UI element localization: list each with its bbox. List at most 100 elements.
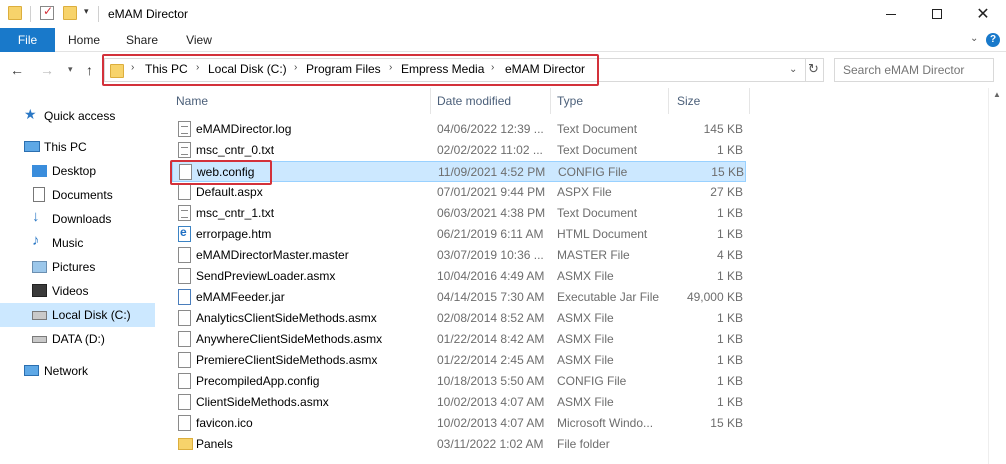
sidebar-item-this-pc[interactable]: This PC: [0, 135, 155, 159]
new-folder-icon[interactable]: [63, 6, 77, 20]
file-type: Microsoft Windo...: [557, 416, 654, 430]
recent-locations-icon[interactable]: ▾: [68, 64, 73, 75]
file-size: 1 KB: [716, 332, 743, 346]
sidebar-item-data-drive[interactable]: DATA (D:): [0, 327, 155, 351]
column-divider[interactable]: [550, 88, 551, 114]
sidebar-item-videos[interactable]: Videos: [0, 279, 155, 303]
maximize-icon: [932, 9, 942, 19]
close-button[interactable]: ✕: [960, 0, 1006, 28]
drive-icon: [32, 311, 47, 320]
file-type: Executable Jar File: [557, 290, 660, 304]
table-row[interactable]: Default.aspx 07/01/2021 9:44 PM ASPX File 2…: [172, 182, 746, 203]
sidebar-item-pictures[interactable]: Pictures: [0, 255, 155, 279]
navigation-pane: ★ Quick access This PC Desktop Documents…: [0, 88, 160, 464]
vertical-scrollbar[interactable]: ▲: [988, 88, 1006, 464]
column-header-date[interactable]: Date modified: [437, 94, 511, 108]
table-row[interactable]: favicon.ico 10/02/2013 4:07 AM Microsoft W…: [172, 413, 746, 434]
tab-home[interactable]: Home: [60, 28, 108, 52]
file-icon: [178, 225, 191, 242]
drive-icon: [32, 336, 47, 343]
sidebar-item-network[interactable]: Network: [0, 359, 155, 383]
search-input[interactable]: [843, 60, 973, 80]
file-date: 03/07/2019 10:36 ...: [437, 248, 544, 262]
file-size: 1 KB: [716, 227, 743, 241]
scroll-up-icon[interactable]: ▲: [993, 90, 1001, 99]
forward-arrow-icon[interactable]: →: [40, 62, 54, 78]
file-icon: [178, 184, 191, 200]
address-history-icon[interactable]: ⌄: [789, 64, 797, 75]
table-row[interactable]: errorpage.htm 06/21/2019 6:11 AM HTML Docu…: [172, 224, 746, 245]
table-row[interactable]: AnalyticsClientSideMethods.asmx 02/08/201…: [172, 308, 746, 329]
computer-icon: [24, 141, 40, 152]
table-row[interactable]: Panels 03/11/2022 1:02 AM File folder: [172, 434, 746, 455]
file-size: 4 KB: [716, 248, 743, 262]
file-size: 145 KB: [703, 122, 743, 136]
table-row[interactable]: eMAMDirectorMaster.master 03/07/2019 10:3…: [172, 245, 746, 266]
table-row[interactable]: PrecompiledApp.config 10/18/2013 5:50 AM C…: [172, 371, 746, 392]
column-divider[interactable]: [749, 88, 750, 114]
file-icon: [178, 142, 191, 158]
table-row[interactable]: msc_cntr_1.txt 06/03/2021 4:38 PM Text Doc…: [172, 203, 746, 224]
divider: [805, 59, 806, 81]
file-size: 1 KB: [716, 206, 743, 220]
file-date: 06/03/2021 4:38 PM: [437, 206, 546, 220]
file-name: eMAMDirector.log: [196, 122, 292, 136]
close-icon: ✕: [976, 6, 990, 23]
file-name: eMAMFeeder.jar: [196, 290, 285, 304]
back-arrow-icon[interactable]: ←: [10, 62, 24, 78]
sidebar-item-label: Videos: [52, 284, 89, 298]
column-header-name[interactable]: Name: [176, 94, 208, 108]
table-row[interactable]: msc_cntr_0.txt 02/02/2022 11:02 ... Text D…: [172, 140, 746, 161]
table-row[interactable]: PremiereClientSideMethods.asmx 01/22/2014…: [172, 350, 746, 371]
sidebar-item-documents[interactable]: Documents: [0, 183, 155, 207]
sidebar-item-local-disk[interactable]: Local Disk (C:): [0, 303, 155, 327]
up-arrow-icon[interactable]: ↑: [86, 62, 93, 78]
sidebar-item-label: Local Disk (C:): [52, 308, 131, 322]
sidebar-item-desktop[interactable]: Desktop: [0, 159, 155, 183]
table-row[interactable]: AnywhereClientSideMethods.asmx 01/22/2014…: [172, 329, 746, 350]
file-size: 1 KB: [716, 353, 743, 367]
refresh-icon[interactable]: ↻: [808, 61, 819, 77]
file-icon: [178, 373, 191, 389]
table-row[interactable]: eMAMFeeder.jar 04/14/2015 7:30 AM Executab…: [172, 287, 746, 308]
file-type: MASTER File: [557, 248, 630, 262]
file-date: 04/14/2015 7:30 AM: [437, 290, 545, 304]
sidebar-item-music[interactable]: ♪ Music: [0, 231, 155, 255]
highlight-box: [170, 160, 272, 185]
expand-ribbon-icon[interactable]: ⌄: [970, 33, 978, 44]
sidebar-item-quick-access[interactable]: ★ Quick access: [0, 104, 155, 128]
file-date: 01/22/2014 8:42 AM: [437, 332, 545, 346]
file-icon: [178, 394, 191, 410]
file-name: SendPreviewLoader.asmx: [196, 269, 336, 283]
column-header-type[interactable]: Type: [557, 94, 583, 108]
properties-icon[interactable]: ✓: [40, 4, 54, 20]
sidebar-item-downloads[interactable]: ↓ Downloads: [0, 207, 155, 231]
minimize-button[interactable]: [868, 0, 914, 28]
file-name: Panels: [196, 437, 233, 451]
tab-view[interactable]: View: [175, 28, 223, 52]
sidebar-item-label: Desktop: [52, 164, 97, 178]
tab-share[interactable]: Share: [118, 28, 166, 52]
file-name: errorpage.htm: [196, 227, 272, 241]
tab-file[interactable]: File: [0, 28, 55, 52]
file-icon: [178, 121, 191, 137]
help-icon[interactable]: ?: [986, 33, 1000, 47]
file-date: 10/04/2016 4:49 AM: [437, 269, 545, 283]
table-row[interactable]: ClientSideMethods.asmx 10/02/2013 4:07 AM…: [172, 392, 746, 413]
file-type: ASMX File: [557, 395, 614, 409]
column-divider[interactable]: [668, 88, 669, 114]
maximize-button[interactable]: [914, 0, 960, 28]
file-size: 1 KB: [716, 374, 743, 388]
file-name: PrecompiledApp.config: [196, 374, 320, 388]
table-row[interactable]: SendPreviewLoader.asmx 10/04/2016 4:49 AM…: [172, 266, 746, 287]
star-icon: ★: [24, 106, 37, 122]
file-type: File folder: [557, 437, 610, 451]
column-header-size[interactable]: Size: [677, 94, 700, 108]
divider: [30, 6, 31, 22]
customize-quick-access-icon[interactable]: ▾: [84, 6, 89, 17]
network-icon: [24, 365, 39, 376]
file-type: ASMX File: [557, 269, 614, 283]
column-divider[interactable]: [430, 88, 431, 114]
table-row[interactable]: eMAMDirector.log 04/06/2022 12:39 ... Text…: [172, 119, 746, 140]
file-type: ASMX File: [557, 311, 614, 325]
